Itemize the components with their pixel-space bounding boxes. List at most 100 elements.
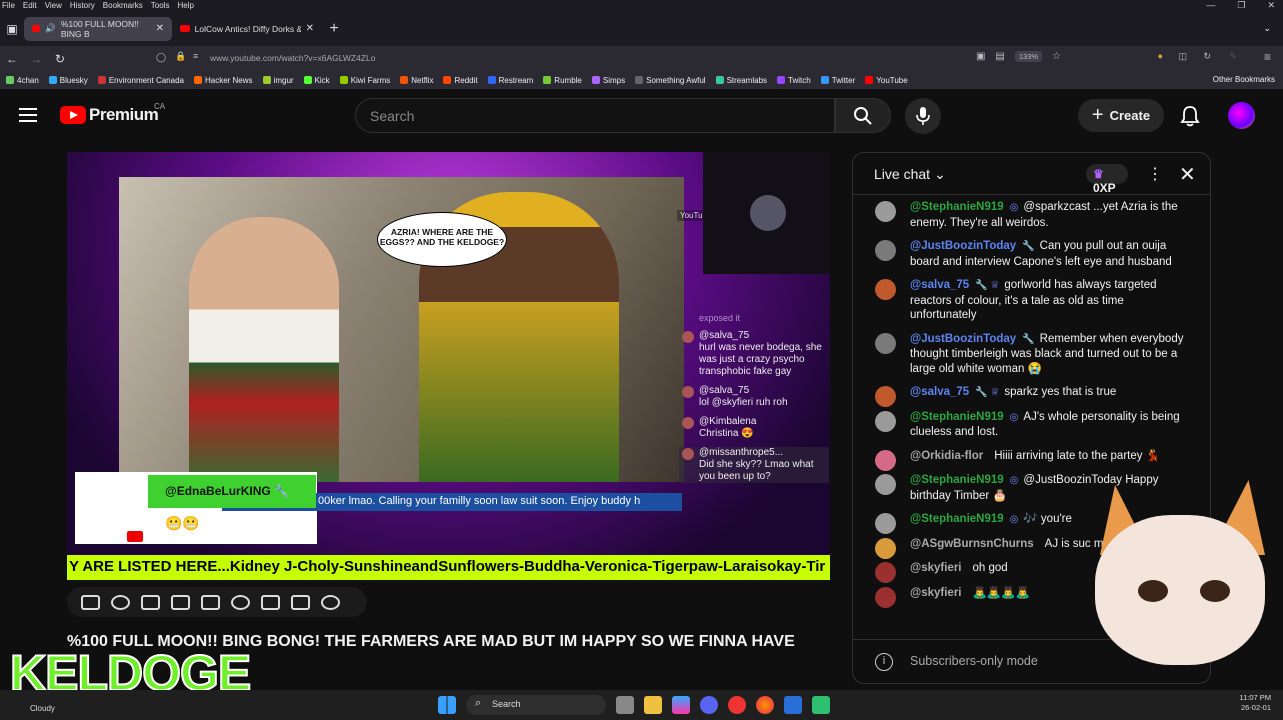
- app-menu-icon[interactable]: ≡: [1264, 50, 1271, 64]
- weather-label[interactable]: Cloudy: [30, 704, 55, 713]
- chat-message[interactable]: @StephanieN919 ◎ @sparkzcast ...yet Azria …: [853, 198, 1210, 230]
- mini-player-icon[interactable]: [201, 594, 220, 610]
- sync-icon[interactable]: ↻: [1203, 51, 1211, 62]
- back-icon[interactable]: ←: [0, 52, 24, 66]
- bookmark-simps[interactable]: Simps: [591, 76, 625, 85]
- tab-close-icon[interactable]: ✕: [306, 23, 314, 34]
- bookmark-kick[interactable]: Kick: [303, 76, 330, 85]
- tab-list-icon[interactable]: ⌄: [1263, 23, 1271, 34]
- chat-message[interactable]: @JustBoozinToday 🔧 Remember when everybody…: [853, 330, 1210, 377]
- youtube-logo-icon[interactable]: [60, 106, 86, 124]
- other-bookmarks[interactable]: Other Bookmarks: [1213, 75, 1275, 84]
- more-options-icon[interactable]: ⋮: [1147, 164, 1163, 184]
- clapper-icon[interactable]: [171, 594, 190, 610]
- create-button[interactable]: + Create: [1078, 99, 1164, 132]
- url-field[interactable]: www.youtube.com/watch?v=x6AGLWZ4ZLo: [210, 53, 375, 63]
- chat-author[interactable]: @StephanieN919: [910, 201, 1004, 213]
- add-to-playlist-icon[interactable]: [261, 594, 280, 610]
- chat-message[interactable]: @JustBoozinToday 🔧 Can you pull out an oui…: [853, 237, 1210, 269]
- chat-avatar[interactable]: [875, 513, 896, 534]
- menu-edit[interactable]: Edit: [23, 1, 37, 10]
- new-tab-icon[interactable]: +: [322, 20, 346, 38]
- bookmark-hacker-news[interactable]: Hacker News: [193, 76, 253, 85]
- chat-message[interactable]: @salva_75 🔧 ♕ gorlworld has always targete…: [853, 276, 1210, 323]
- chat-author[interactable]: @StephanieN919: [910, 513, 1004, 525]
- bookmark-twitter[interactable]: Twitter: [820, 76, 855, 85]
- bookmark-4chan[interactable]: 4chan: [6, 76, 39, 85]
- bookmark-rumble[interactable]: Rumble: [543, 76, 582, 85]
- app-green-icon[interactable]: [812, 696, 830, 714]
- bookmark-reddit[interactable]: Reddit: [443, 76, 478, 85]
- permissions-icon[interactable]: ≡: [193, 51, 198, 61]
- chat-author[interactable]: @skyfieri: [910, 587, 962, 599]
- bookmark-netflix[interactable]: Netflix: [400, 76, 433, 85]
- chat-avatar[interactable]: [875, 449, 896, 471]
- tab-inactive[interactable]: LolCow Antics! Diffy Dorks & Th ✕: [172, 17, 322, 41]
- xp-button[interactable]: ♛ 0XP: [1086, 164, 1128, 195]
- bookmark-kiwi-farms[interactable]: Kiwi Farms: [339, 76, 390, 85]
- speaker-icon[interactable]: 🔊: [45, 23, 56, 34]
- bookmark-restream[interactable]: Restream: [487, 76, 533, 85]
- chat-avatar[interactable]: [875, 537, 896, 559]
- taskbar-search[interactable]: Search: [466, 695, 606, 715]
- picture-in-picture-icon[interactable]: ▣: [976, 51, 985, 62]
- restore-icon[interactable]: ❐: [1237, 0, 1245, 11]
- search-input[interactable]: Search: [355, 98, 835, 133]
- forward-icon[interactable]: →: [24, 52, 48, 66]
- chat-author[interactable]: @skyfieri: [910, 562, 962, 574]
- chat-avatar[interactable]: [875, 474, 896, 495]
- file-explorer-icon[interactable]: [644, 696, 662, 714]
- loop-icon[interactable]: [81, 594, 100, 610]
- bookmark-star-icon[interactable]: ☆: [1052, 51, 1061, 62]
- bookmark-youtube[interactable]: YouTube: [865, 76, 908, 85]
- chat-author[interactable]: @JustBoozinToday: [910, 333, 1016, 345]
- minimize-icon[interactable]: —: [1206, 0, 1215, 11]
- cinema-mode-icon[interactable]: [141, 594, 160, 610]
- menu-view[interactable]: View: [45, 1, 62, 10]
- settings-gear-icon[interactable]: [321, 594, 340, 610]
- app-blue-icon[interactable]: [784, 696, 802, 714]
- chat-mode-dropdown[interactable]: Live chat ⌄: [874, 166, 946, 183]
- tab-close-icon[interactable]: ✕: [156, 23, 164, 34]
- discord-icon[interactable]: [700, 696, 718, 714]
- copilot-icon[interactable]: [672, 696, 690, 714]
- chat-avatar[interactable]: [875, 410, 896, 432]
- screenshot-icon[interactable]: ✎: [1229, 51, 1237, 62]
- chat-avatar[interactable]: [875, 586, 896, 608]
- camera-icon[interactable]: [291, 594, 310, 610]
- hamburger-menu-icon[interactable]: [19, 108, 37, 122]
- extension-icon[interactable]: ●: [1158, 51, 1163, 61]
- bookmark-imgur[interactable]: imgur: [262, 76, 294, 85]
- menu-tools[interactable]: Tools: [151, 1, 170, 10]
- chat-message[interactable]: @salva_75 🔧 ♕ sparkz yes that is true: [853, 383, 1210, 407]
- firefox-icon[interactable]: [756, 696, 774, 714]
- zoom-level[interactable]: 133%: [1014, 51, 1043, 62]
- extensions-icon[interactable]: ◫: [1178, 51, 1187, 62]
- chat-author[interactable]: @JustBoozinToday: [910, 240, 1016, 252]
- reload-icon[interactable]: ↻: [48, 52, 72, 66]
- search-button[interactable]: [835, 98, 891, 133]
- chat-avatar[interactable]: [875, 562, 896, 583]
- chat-author[interactable]: @StephanieN919: [910, 474, 1004, 486]
- chat-author[interactable]: @Orkidia-flor: [910, 450, 983, 462]
- bookmark-environment-canada[interactable]: Environment Canada: [97, 76, 184, 85]
- chat-author[interactable]: @salva_75: [910, 386, 969, 398]
- voice-search-button[interactable]: [905, 98, 941, 134]
- menu-bookmarks[interactable]: Bookmarks: [103, 1, 143, 10]
- brand-name[interactable]: Premium: [89, 105, 159, 125]
- shield-icon[interactable]: ◯: [156, 52, 166, 63]
- broadcast-icon[interactable]: [111, 594, 130, 610]
- chat-message[interactable]: @Orkidia-flor Hiiii arriving late to the …: [853, 447, 1210, 471]
- tab-active[interactable]: 🔊 %100 FULL MOON!! BING B ✕: [24, 16, 172, 41]
- task-view-icon[interactable]: [616, 696, 634, 714]
- reader-view-icon[interactable]: ▤: [995, 51, 1004, 62]
- chat-avatar[interactable]: [875, 240, 896, 261]
- chat-avatar[interactable]: [875, 386, 896, 407]
- chat-avatar[interactable]: [875, 279, 896, 300]
- app-red-icon[interactable]: [728, 696, 746, 714]
- system-clock[interactable]: 11:07 PM 26-02-01: [1239, 693, 1271, 713]
- speed-icon[interactable]: [231, 594, 250, 610]
- notification-bell-icon[interactable]: [1180, 105, 1200, 127]
- chat-avatar[interactable]: [875, 332, 896, 354]
- chat-message[interactable]: @StephanieN919 ◎ AJ's whole personality is…: [853, 408, 1210, 440]
